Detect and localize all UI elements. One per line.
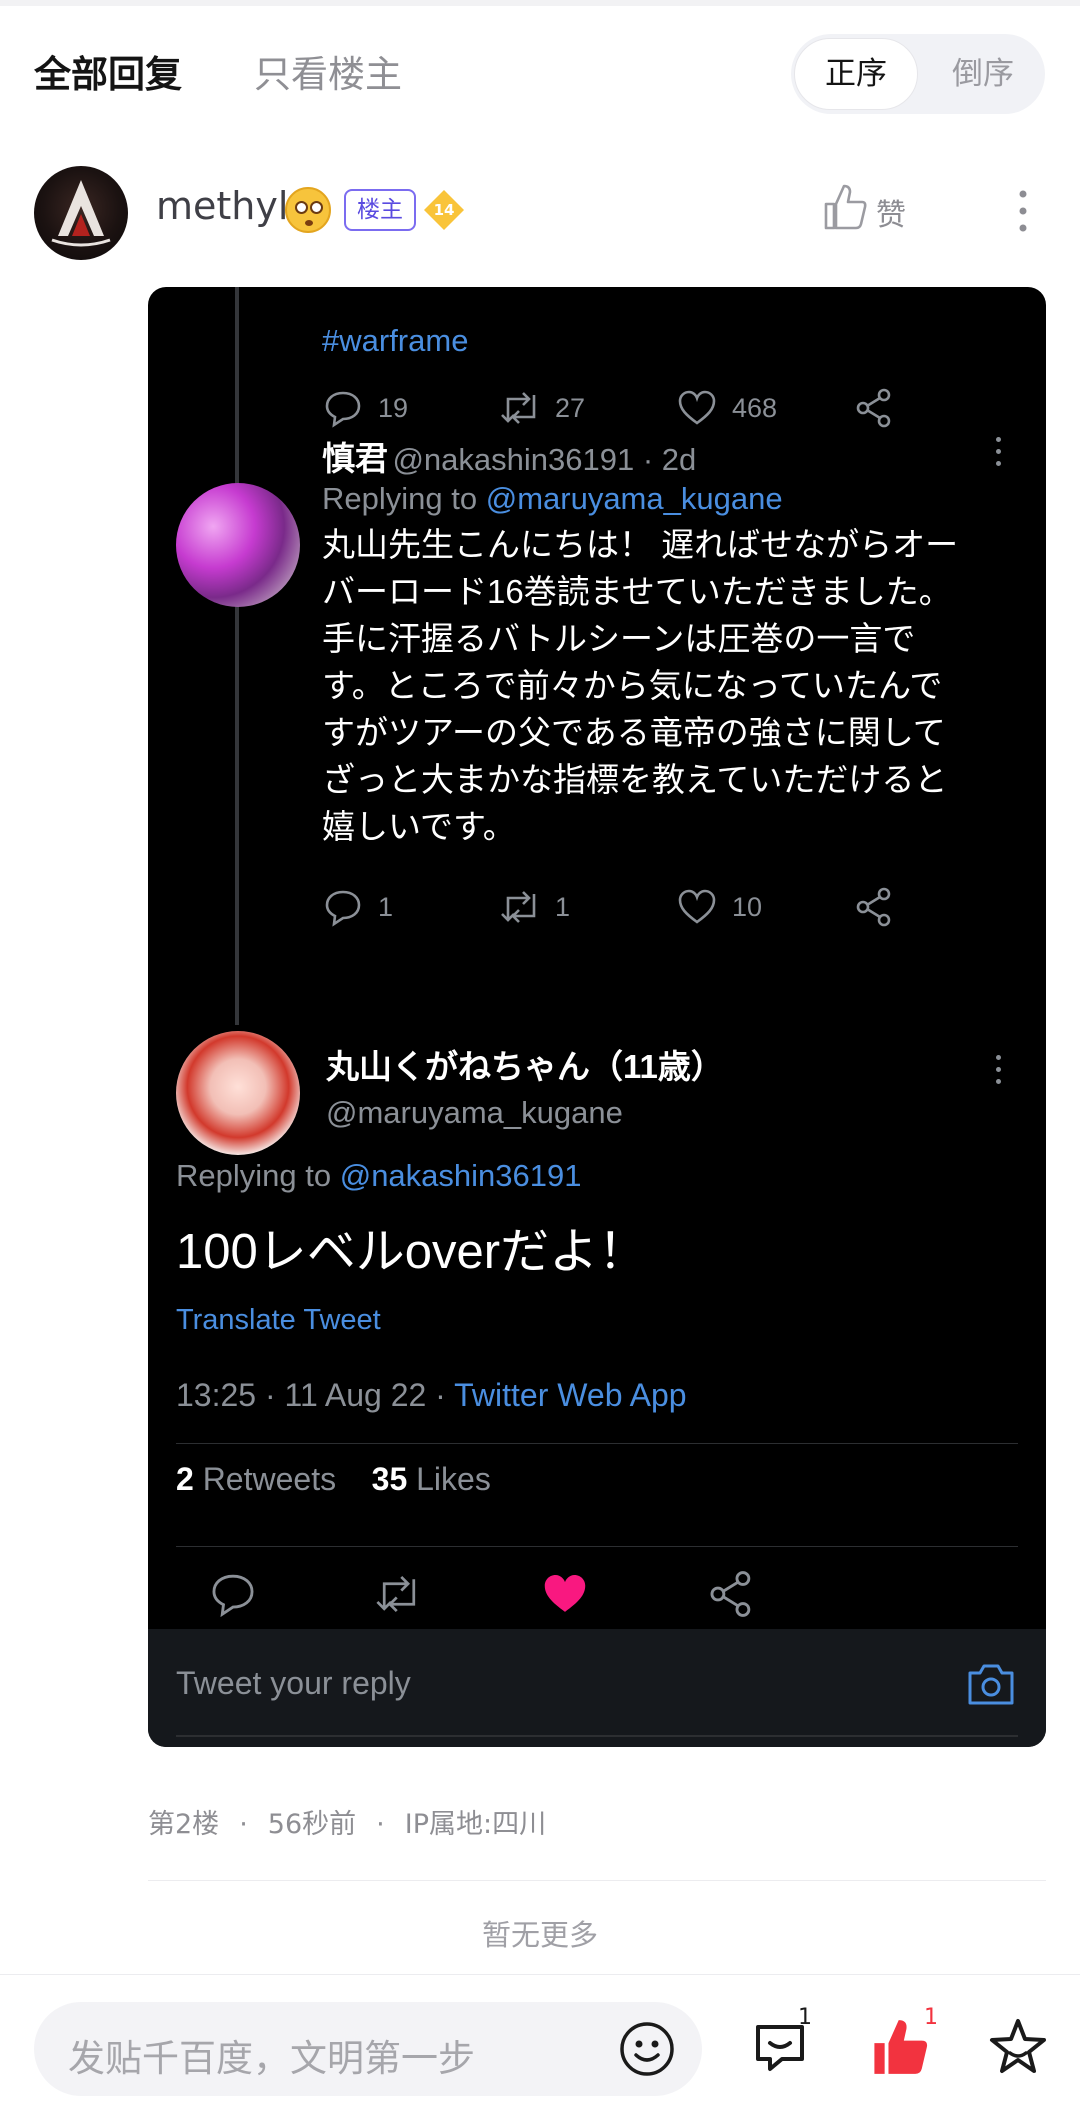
like-button[interactable]: 赞 — [822, 182, 906, 238]
reply-count: 19 — [378, 393, 409, 423]
main-tweet-meta: 13:25 · 11 Aug 22 · Twitter Web App — [176, 1377, 687, 1413]
comment-icon — [208, 1569, 258, 1619]
flushed-emoji-icon — [285, 187, 331, 233]
reply-line: バーロード16巻読ませていただきました。 — [322, 573, 952, 610]
post-time: 56秒前 — [267, 1809, 357, 1840]
comment-icon — [325, 391, 361, 428]
like-label: 赞 — [876, 198, 906, 233]
like-count: 468 — [732, 393, 778, 423]
share-icon — [706, 1569, 756, 1619]
main-tweet-more-icon — [996, 1055, 1002, 1085]
thread-line — [235, 287, 239, 1025]
heart-filled-icon — [540, 1569, 590, 1619]
like-post-button[interactable] — [868, 2015, 932, 2079]
reply-action: 19 — [322, 387, 408, 429]
heart-icon — [678, 390, 716, 425]
tweet-reply-placeholder: Tweet your reply — [176, 1665, 411, 1701]
share-icon — [856, 388, 891, 428]
favorite-button[interactable] — [986, 2015, 1050, 2079]
avatar[interactable] — [34, 166, 128, 260]
level-badge: 14 — [424, 190, 464, 230]
reply-input[interactable]: 发贴千百度，文明第一步 — [34, 2002, 702, 2096]
main-tweet-body: 100レベルoverだよ！ — [176, 1225, 648, 1279]
retweet-action: 1 — [499, 886, 570, 928]
op-badge: 楼主 — [344, 189, 416, 231]
sort-toggle: 正序 倒序 — [791, 34, 1045, 114]
retweet-icon — [374, 1569, 424, 1619]
reply-line: 丸山先生こんにちは！ 遅ればせながらオー — [322, 526, 959, 563]
main-tweet-replying-to: Replying to @nakashin36191 — [176, 1158, 582, 1193]
translate-tweet-link: Translate Tweet — [176, 1304, 381, 1336]
reply-line: ざっと大まかな指標を教えていただけると — [322, 761, 948, 798]
sort-desc-button[interactable]: 倒序 — [921, 38, 1045, 110]
reply-input-placeholder: 发贴千百度，文明第一步 — [68, 2037, 475, 2080]
share-action — [853, 886, 895, 928]
post-meta: 第2楼 · 56秒前 · IP属地:四川 — [148, 1809, 547, 1840]
reply-replying-to: Replying to @maruyama_kugane — [322, 481, 783, 516]
main-tweet-actions — [148, 1569, 1046, 1619]
sort-asc-button[interactable]: 正序 — [794, 38, 918, 110]
reply-more-icon — [996, 437, 1002, 467]
mention-link: @nakashin36191 — [339, 1158, 582, 1193]
divider — [148, 1880, 1046, 1881]
heart-icon — [678, 889, 716, 924]
share-action — [853, 387, 895, 429]
retweet-icon — [501, 392, 536, 424]
tweet-actions-row: 19 27 468 — [322, 387, 922, 429]
reply-filter-bar: 全部回复 只看楼主 正序 倒序 — [0, 6, 1080, 136]
reply-count: 1 — [378, 892, 394, 922]
reply-author-name: 慎君 — [322, 440, 388, 477]
divider — [176, 1546, 1018, 1547]
share-icon — [856, 887, 891, 927]
like-count: 1 — [924, 2005, 938, 2030]
main-tweet-handle: @maruyama_kugane — [326, 1095, 623, 1130]
hashtag: #warframe — [322, 323, 469, 358]
tab-op-only[interactable]: 只看楼主 — [254, 44, 402, 98]
main-tweet-avatar — [176, 1031, 300, 1155]
reply-header: 慎君 @nakashin36191 · 2d — [322, 432, 696, 480]
divider — [176, 1735, 1018, 1737]
reply-handle-time: @nakashin36191 · 2d — [392, 442, 697, 477]
like-count: 10 — [732, 892, 763, 922]
reply-line: 嬉しいです。 — [322, 808, 516, 845]
tweet-source: Twitter Web App — [454, 1377, 687, 1413]
mention-link: @maruyama_kugane — [485, 481, 783, 516]
comment-count: 1 — [798, 2005, 812, 2030]
reply-line: すがツアーの父である竜帝の強さに関して — [322, 714, 946, 751]
retweet-count: 27 — [555, 393, 586, 423]
tweet-reply-box: Tweet your reply — [148, 1629, 1046, 1747]
tweet-screenshot-image[interactable]: #warframe 19 27 468 慎君 @nakashin36191 · … — [148, 287, 1046, 1747]
like-action: 468 — [676, 387, 777, 429]
username[interactable]: methyl — [156, 184, 288, 228]
main-tweet-stats: 2 Retweets 35 Likes — [176, 1461, 491, 1497]
camera-icon — [966, 1661, 1016, 1707]
bottom-action-bar: 发贴千百度，文明第一步 1 1 — [0, 1974, 1080, 2120]
star-icon — [990, 2019, 1046, 2073]
reply-line: 手に汗握るバトルシーンは圧巻の一言で — [322, 620, 916, 657]
reply-avatar — [176, 483, 300, 607]
floor-number: 第2楼 — [148, 1809, 220, 1840]
reply-action: 1 — [322, 886, 393, 928]
thumb-up-filled-icon — [874, 2020, 928, 2074]
divider — [176, 1443, 1018, 1444]
retweet-count: 1 — [555, 892, 571, 922]
like-action: 10 — [676, 886, 762, 928]
retweet-action: 27 — [499, 387, 585, 429]
thumb-up-icon — [824, 184, 867, 230]
ip-location: IP属地:四川 — [404, 1809, 547, 1840]
retweet-icon — [501, 891, 536, 923]
assassin-logo-icon — [51, 180, 111, 247]
no-more-label: 暂无更多 — [481, 1918, 598, 1952]
more-options-button[interactable] — [1010, 186, 1036, 236]
main-tweet-author: 丸山くがねちゃん（11歳） — [326, 1048, 724, 1085]
smile-icon[interactable] — [618, 2020, 676, 2078]
comment-icon — [325, 890, 361, 927]
reply-body: 丸山先生こんにちは！ 遅ればせながらオー バーロード16巻読ませていただきました… — [322, 521, 958, 850]
more-vertical-icon — [1019, 190, 1027, 232]
reply-actions-row: 1 1 10 — [322, 886, 922, 928]
reply-line: す。ところで前々から気になっていたんで — [322, 667, 943, 704]
tab-all-replies[interactable]: 全部回复 — [34, 44, 182, 98]
